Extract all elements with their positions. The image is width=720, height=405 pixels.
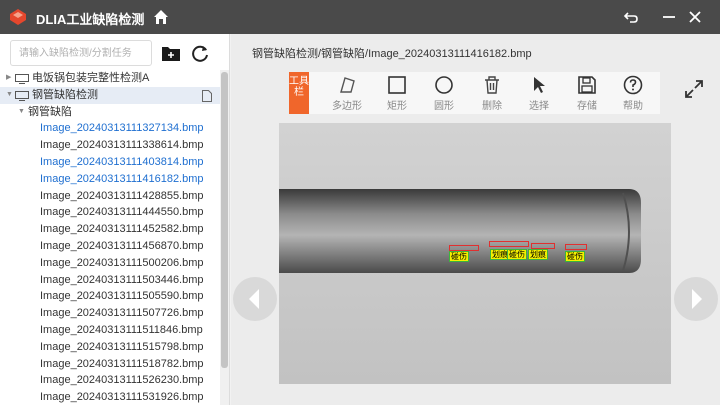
file-item[interactable]: Image_20240313111416182.bmp [0, 171, 220, 188]
caret-down-icon[interactable]: ▼ [18, 104, 25, 121]
file-name: Image_20240313111403814.bmp [40, 155, 204, 168]
tool-polygon[interactable]: 多边形 [329, 75, 365, 112]
monitor-icon [15, 90, 29, 101]
file-name: Image_20240313111518782.bmp [40, 357, 204, 370]
help-icon [623, 75, 643, 95]
app-logo-icon [10, 9, 26, 25]
tool-rectangle[interactable]: 矩形 [379, 75, 415, 112]
caret-right-icon[interactable]: ▶ [6, 70, 11, 87]
defect-label: 碰伤 [449, 251, 469, 262]
chevron-left-icon [249, 289, 259, 309]
file-item[interactable]: Image_20240313111507726.bmp [0, 305, 220, 322]
file-name: Image_20240313111416182.bmp [40, 172, 204, 185]
tool-label: 选择 [529, 101, 549, 112]
tool-delete[interactable]: 删除 [474, 75, 510, 112]
search-input[interactable] [10, 40, 152, 66]
minimize-icon[interactable] [660, 8, 678, 26]
cursor-icon [534, 77, 545, 93]
tool-label: 删除 [482, 101, 502, 112]
tool-label: 圆形 [434, 101, 454, 112]
polygon-icon [340, 77, 355, 93]
breadcrumb: 钢管缺陷检测/钢管缺陷/Image_20240313111416182.bmp [252, 48, 532, 60]
file-name: Image_20240313111500206.bmp [40, 256, 204, 269]
close-icon[interactable] [686, 8, 704, 26]
file-item[interactable]: Image_20240313111531926.bmp [0, 389, 220, 405]
toolbar-label: 工具栏 [289, 72, 309, 114]
prev-image-button[interactable] [233, 277, 277, 321]
trash-icon [485, 76, 499, 94]
project-tree: ▶ 电饭锅包装完整性检测A ▼ 钢管缺陷检测 ▼ 钢管缺陷 Image_2024… [0, 70, 220, 405]
circle-icon [435, 76, 453, 94]
file-item[interactable]: Image_20240313111452582.bmp [0, 221, 220, 238]
file-name: Image_20240313111452582.bmp [40, 223, 204, 236]
tree-item-project[interactable]: ▶ 电饭锅包装完整性检测A [0, 70, 220, 87]
back-icon[interactable] [622, 8, 640, 26]
defect-label: 划痕 [528, 249, 548, 260]
tree-item-folder[interactable]: ▼ 钢管缺陷 [0, 104, 220, 121]
add-folder-icon[interactable] [160, 42, 182, 64]
defect-annotation[interactable] [489, 241, 529, 247]
tool-label: 存储 [577, 101, 597, 112]
image-canvas[interactable]: 碰伤 划痕 碰伤 划痕 碰伤 [279, 123, 671, 384]
save-icon [578, 76, 596, 94]
title-bar: DLIA工业缺陷检测 [0, 0, 720, 34]
file-name: Image_20240313111505590.bmp [40, 290, 204, 303]
file-item[interactable]: Image_20240313111456870.bmp [0, 238, 220, 255]
file-name: Image_20240313111507726.bmp [40, 307, 204, 320]
file-item[interactable]: Image_20240313111505590.bmp [0, 288, 220, 305]
file-name: Image_20240313111338614.bmp [40, 139, 204, 152]
file-item[interactable]: Image_20240313111403814.bmp [0, 154, 220, 171]
file-name: Image_20240313111444550.bmp [40, 206, 204, 219]
steel-pipe-image [279, 123, 671, 384]
chevron-right-icon [692, 289, 702, 309]
tool-select[interactable]: 选择 [521, 75, 557, 112]
file-name: Image_20240313111428855.bmp [40, 189, 204, 202]
tool-label: 帮助 [623, 101, 643, 112]
file-item[interactable]: Image_20240313111515798.bmp [0, 339, 220, 356]
file-name: Image_20240313111526230.bmp [40, 374, 204, 387]
file-item[interactable]: Image_20240313111511846.bmp [0, 322, 220, 339]
file-item[interactable]: Image_20240313111428855.bmp [0, 188, 220, 205]
caret-down-icon[interactable]: ▼ [6, 87, 13, 104]
main-panel: 钢管缺陷检测/钢管缺陷/Image_20240313111416182.bmp … [231, 34, 720, 405]
defect-annotation[interactable] [565, 244, 587, 250]
tool-circle[interactable]: 圆形 [426, 75, 462, 112]
file-name: Image_20240313111327134.bmp [40, 122, 204, 135]
tree-folder-label: 钢管缺陷 [28, 105, 72, 118]
app-title: DLIA工业缺陷检测 [36, 12, 145, 27]
home-icon[interactable] [152, 8, 170, 26]
tree-item-label: 电饭锅包装完整性检测A [32, 72, 150, 84]
tool-label: 多边形 [332, 101, 362, 112]
next-image-button[interactable] [674, 277, 718, 321]
tool-help[interactable]: 帮助 [615, 75, 651, 112]
annotation-toolbar: 工具栏 多边形 矩形 圆形 删除 选择 存储 帮助 [289, 72, 660, 114]
file-item[interactable]: Image_20240313111500206.bmp [0, 255, 220, 272]
document-icon[interactable] [202, 89, 212, 102]
project-sidebar: ▶ 电饭锅包装完整性检测A ▼ 钢管缺陷检测 ▼ 钢管缺陷 Image_2024… [0, 34, 230, 405]
file-item[interactable]: Image_20240313111503446.bmp [0, 272, 220, 289]
file-list: Image_20240313111327134.bmp Image_2024031… [0, 120, 220, 405]
tool-label: 矩形 [387, 101, 407, 112]
fullscreen-icon[interactable] [683, 78, 705, 100]
file-name: Image_20240313111515798.bmp [40, 340, 204, 353]
file-name: Image_20240313111531926.bmp [40, 391, 204, 404]
defect-label: 碰伤 [507, 249, 527, 260]
refresh-icon[interactable] [189, 42, 211, 64]
file-name: Image_20240313111511846.bmp [40, 323, 203, 336]
defect-label: 碰伤 [565, 251, 585, 262]
tree-item-project-selected[interactable]: ▼ 钢管缺陷检测 [0, 86, 220, 104]
file-item[interactable]: Image_20240313111338614.bmp [0, 137, 220, 154]
file-item[interactable]: Image_20240313111327134.bmp [0, 120, 220, 137]
tool-save[interactable]: 存储 [569, 75, 605, 112]
file-item[interactable]: Image_20240313111444550.bmp [0, 204, 220, 221]
file-name: Image_20240313111456870.bmp [40, 239, 204, 252]
file-item[interactable]: Image_20240313111518782.bmp [0, 356, 220, 373]
file-item[interactable]: Image_20240313111526230.bmp [0, 372, 220, 389]
rectangle-icon [388, 76, 406, 94]
monitor-icon [15, 74, 29, 84]
file-name: Image_20240313111503446.bmp [40, 273, 204, 286]
scrollbar-thumb[interactable] [221, 72, 228, 368]
tree-item-label: 钢管缺陷检测 [32, 88, 98, 101]
scrollbar[interactable] [220, 70, 229, 405]
